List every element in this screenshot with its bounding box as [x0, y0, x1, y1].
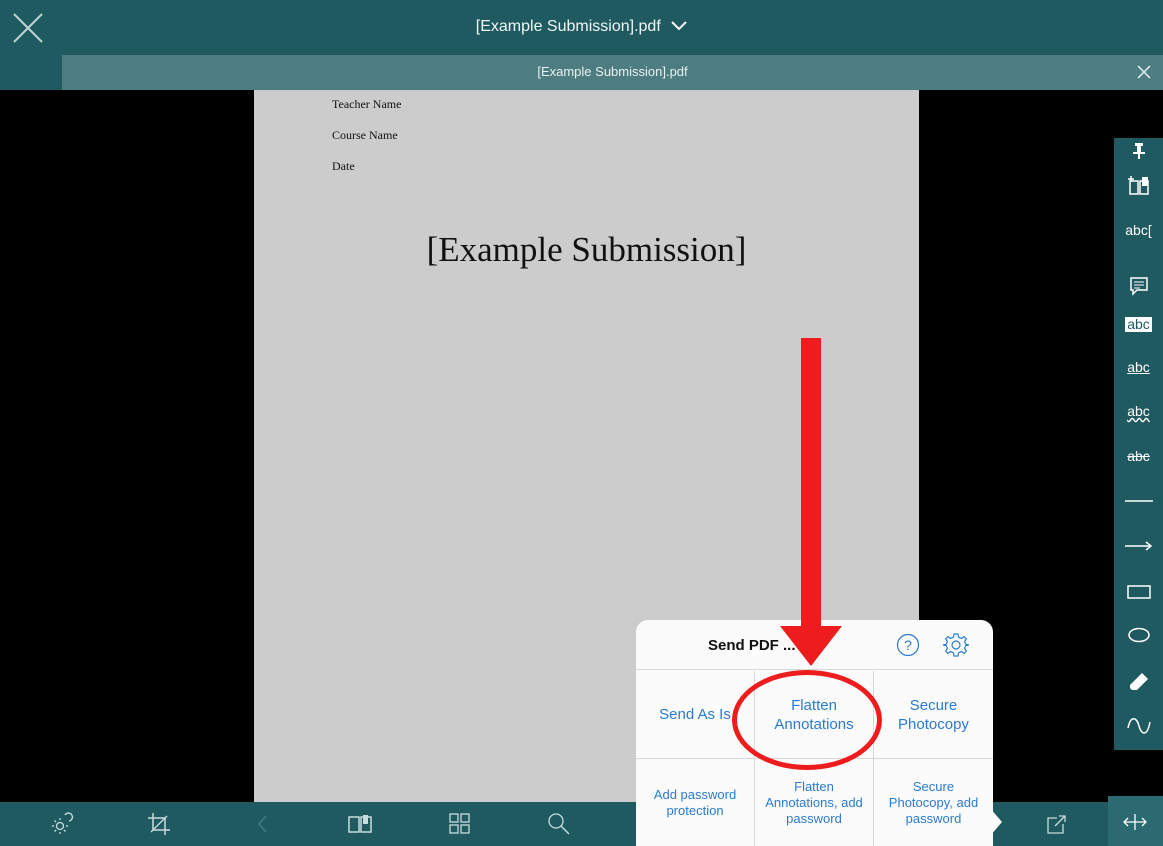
top-bar: [Example Submission].pdf [0, 0, 1163, 55]
chevron-down-icon [671, 18, 687, 36]
brightness-button[interactable] [50, 812, 74, 836]
add-bookmark-icon [1127, 176, 1149, 195]
strikeout-icon: abc [1127, 448, 1150, 464]
underline-icon: abc [1127, 359, 1150, 375]
eraser-icon [1129, 673, 1148, 690]
tab-close-button[interactable] [1135, 63, 1153, 81]
document-title: [Example Submission].pdf [475, 18, 661, 36]
pin-toolbar-button[interactable] [1114, 138, 1163, 164]
arrow-icon [1124, 541, 1152, 551]
document-title-menu[interactable]: [Example Submission].pdf [0, 18, 1163, 36]
document-heading: [Example Submission] [426, 230, 747, 269]
bookmarks-button[interactable] [347, 812, 372, 836]
split-view-button[interactable] [1108, 796, 1163, 846]
back-button[interactable] [252, 812, 276, 836]
teacher-name: Teacher Name [332, 97, 402, 111]
comment-icon [1129, 277, 1148, 296]
red-arrow-head-annotation [780, 626, 842, 666]
back-chevron-icon [258, 815, 267, 833]
thumbnails-button[interactable] [448, 812, 472, 836]
crop-button[interactable] [147, 812, 171, 836]
help-button[interactable]: ? [896, 633, 920, 657]
arrow-button[interactable] [1114, 528, 1163, 564]
text-cursor-icon: [ [1147, 222, 1152, 238]
flatten-add-password-option[interactable]: Flatten Annotations, add password [755, 759, 873, 846]
line-icon [1124, 500, 1153, 502]
book-icon [348, 815, 372, 833]
share-button[interactable] [1045, 812, 1069, 836]
text-insert-icon: abc [1125, 222, 1148, 238]
add-password-option[interactable]: Add password protection [636, 759, 754, 846]
tab-bar: [Example Submission].pdf [0, 55, 1163, 90]
ellipse-icon [1127, 627, 1150, 643]
brightness-icon [52, 812, 74, 834]
share-icon [1047, 815, 1066, 834]
svg-text:?: ? [904, 637, 912, 653]
close-icon [1137, 65, 1151, 79]
eraser-button[interactable] [1114, 664, 1163, 700]
secure-photocopy-option[interactable]: Secure Photocopy [874, 671, 993, 758]
split-icon [1123, 814, 1147, 830]
rectangle-icon [1126, 585, 1151, 599]
search-button[interactable] [547, 812, 571, 836]
date: Date [332, 159, 355, 173]
highlight-button[interactable]: abc [1114, 306, 1163, 342]
course-name: Course Name [332, 128, 398, 142]
highlight-icon: abc [1125, 315, 1152, 332]
comment-button[interactable] [1114, 268, 1163, 304]
squiggly-button[interactable]: abc [1114, 393, 1163, 429]
tab-document[interactable]: [Example Submission].pdf [62, 55, 1163, 90]
annotation-toolbar: abc[ abc abc abc abc [1114, 138, 1163, 750]
freehand-icon [1126, 718, 1151, 734]
settings-button[interactable] [942, 632, 970, 658]
line-button[interactable] [1114, 483, 1163, 519]
squiggly-icon: abc [1127, 403, 1150, 419]
search-icon [548, 813, 570, 835]
ellipse-button[interactable] [1114, 617, 1163, 653]
crop-icon [148, 813, 170, 835]
grid-icon [449, 813, 470, 834]
tab-label: [Example Submission].pdf [537, 64, 688, 79]
red-arrow-annotation [801, 338, 821, 628]
help-icon: ? [896, 633, 920, 657]
freehand-button[interactable] [1114, 708, 1163, 744]
gear-icon [942, 633, 970, 657]
strikeout-button[interactable]: abc [1114, 438, 1163, 474]
underline-button[interactable]: abc [1114, 349, 1163, 385]
secure-photocopy-add-password-option[interactable]: Secure Photocopy, add password [874, 759, 993, 846]
pin-icon [1132, 143, 1145, 159]
text-insert-button[interactable]: abc[ [1114, 212, 1163, 248]
add-bookmark-button[interactable] [1114, 168, 1163, 204]
red-circle-annotation [732, 670, 882, 770]
rectangle-button[interactable] [1114, 574, 1163, 610]
